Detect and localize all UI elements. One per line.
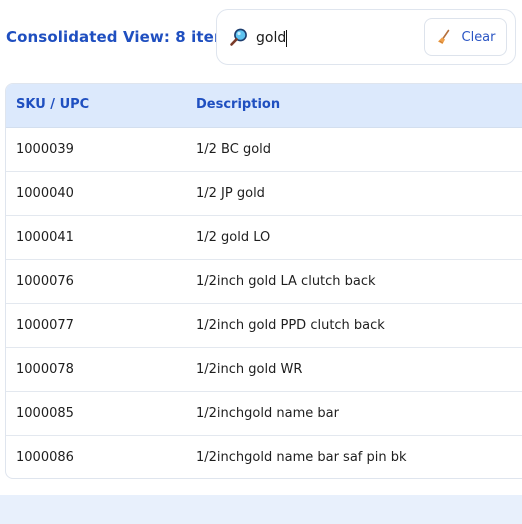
description-cell: 1/2inch gold LA clutch back [196,274,376,289]
column-header-description[interactable]: Description [196,97,280,112]
description-cell: 1/2 BC gold [196,142,272,157]
sku-cell: 1000085 [16,406,74,421]
broom-icon [437,29,449,44]
search-icon [230,28,247,46]
consolidated-view-page: Consolidated View: 8 items Clear SKU / U… [0,0,522,524]
sku-cell: 1000078 [16,362,74,377]
clear-button-label: Clear [461,29,496,45]
table-row[interactable]: 1000041 1/2 gold LO [6,216,522,260]
table-row[interactable]: 1000085 1/2inchgold name bar [6,392,522,436]
table-row[interactable]: 1000040 1/2 JP gold [6,172,522,216]
description-cell: 1/2 JP gold [196,186,265,201]
sku-cell: 1000076 [16,274,74,289]
toolbar: Consolidated View: 8 items Clear [0,0,522,76]
page-title: Consolidated View: 8 items [6,28,239,46]
description-cell: 1/2inchgold name bar [196,406,339,421]
items-table: SKU / UPC Description 1000039 1/2 BC gol… [5,83,522,479]
table-row[interactable]: 1000076 1/2inch gold LA clutch back [6,260,522,304]
sku-cell: 1000039 [16,142,74,157]
table-header: SKU / UPC Description [6,84,522,128]
table-row[interactable]: 1000078 1/2inch gold WR [6,348,522,392]
sku-cell: 1000040 [16,186,74,201]
search-input[interactable] [256,27,416,49]
search-box[interactable]: Clear [216,9,516,65]
text-caret [286,30,287,47]
sku-cell: 1000086 [16,450,74,465]
description-cell: 1/2inch gold WR [196,362,303,377]
footer-band [0,495,522,524]
table-row[interactable]: 1000077 1/2inch gold PPD clutch back [6,304,522,348]
table-row[interactable]: 1000039 1/2 BC gold [6,128,522,172]
description-cell: 1/2 gold LO [196,230,271,245]
sku-cell: 1000041 [16,230,74,245]
clear-button[interactable]: Clear [424,18,507,56]
column-header-sku[interactable]: SKU / UPC [16,97,89,112]
description-cell: 1/2inch gold PPD clutch back [196,318,385,333]
table-row[interactable]: 1000086 1/2inchgold name bar saf pin bk [6,436,522,478]
sku-cell: 1000077 [16,318,74,333]
description-cell: 1/2inchgold name bar saf pin bk [196,450,407,465]
